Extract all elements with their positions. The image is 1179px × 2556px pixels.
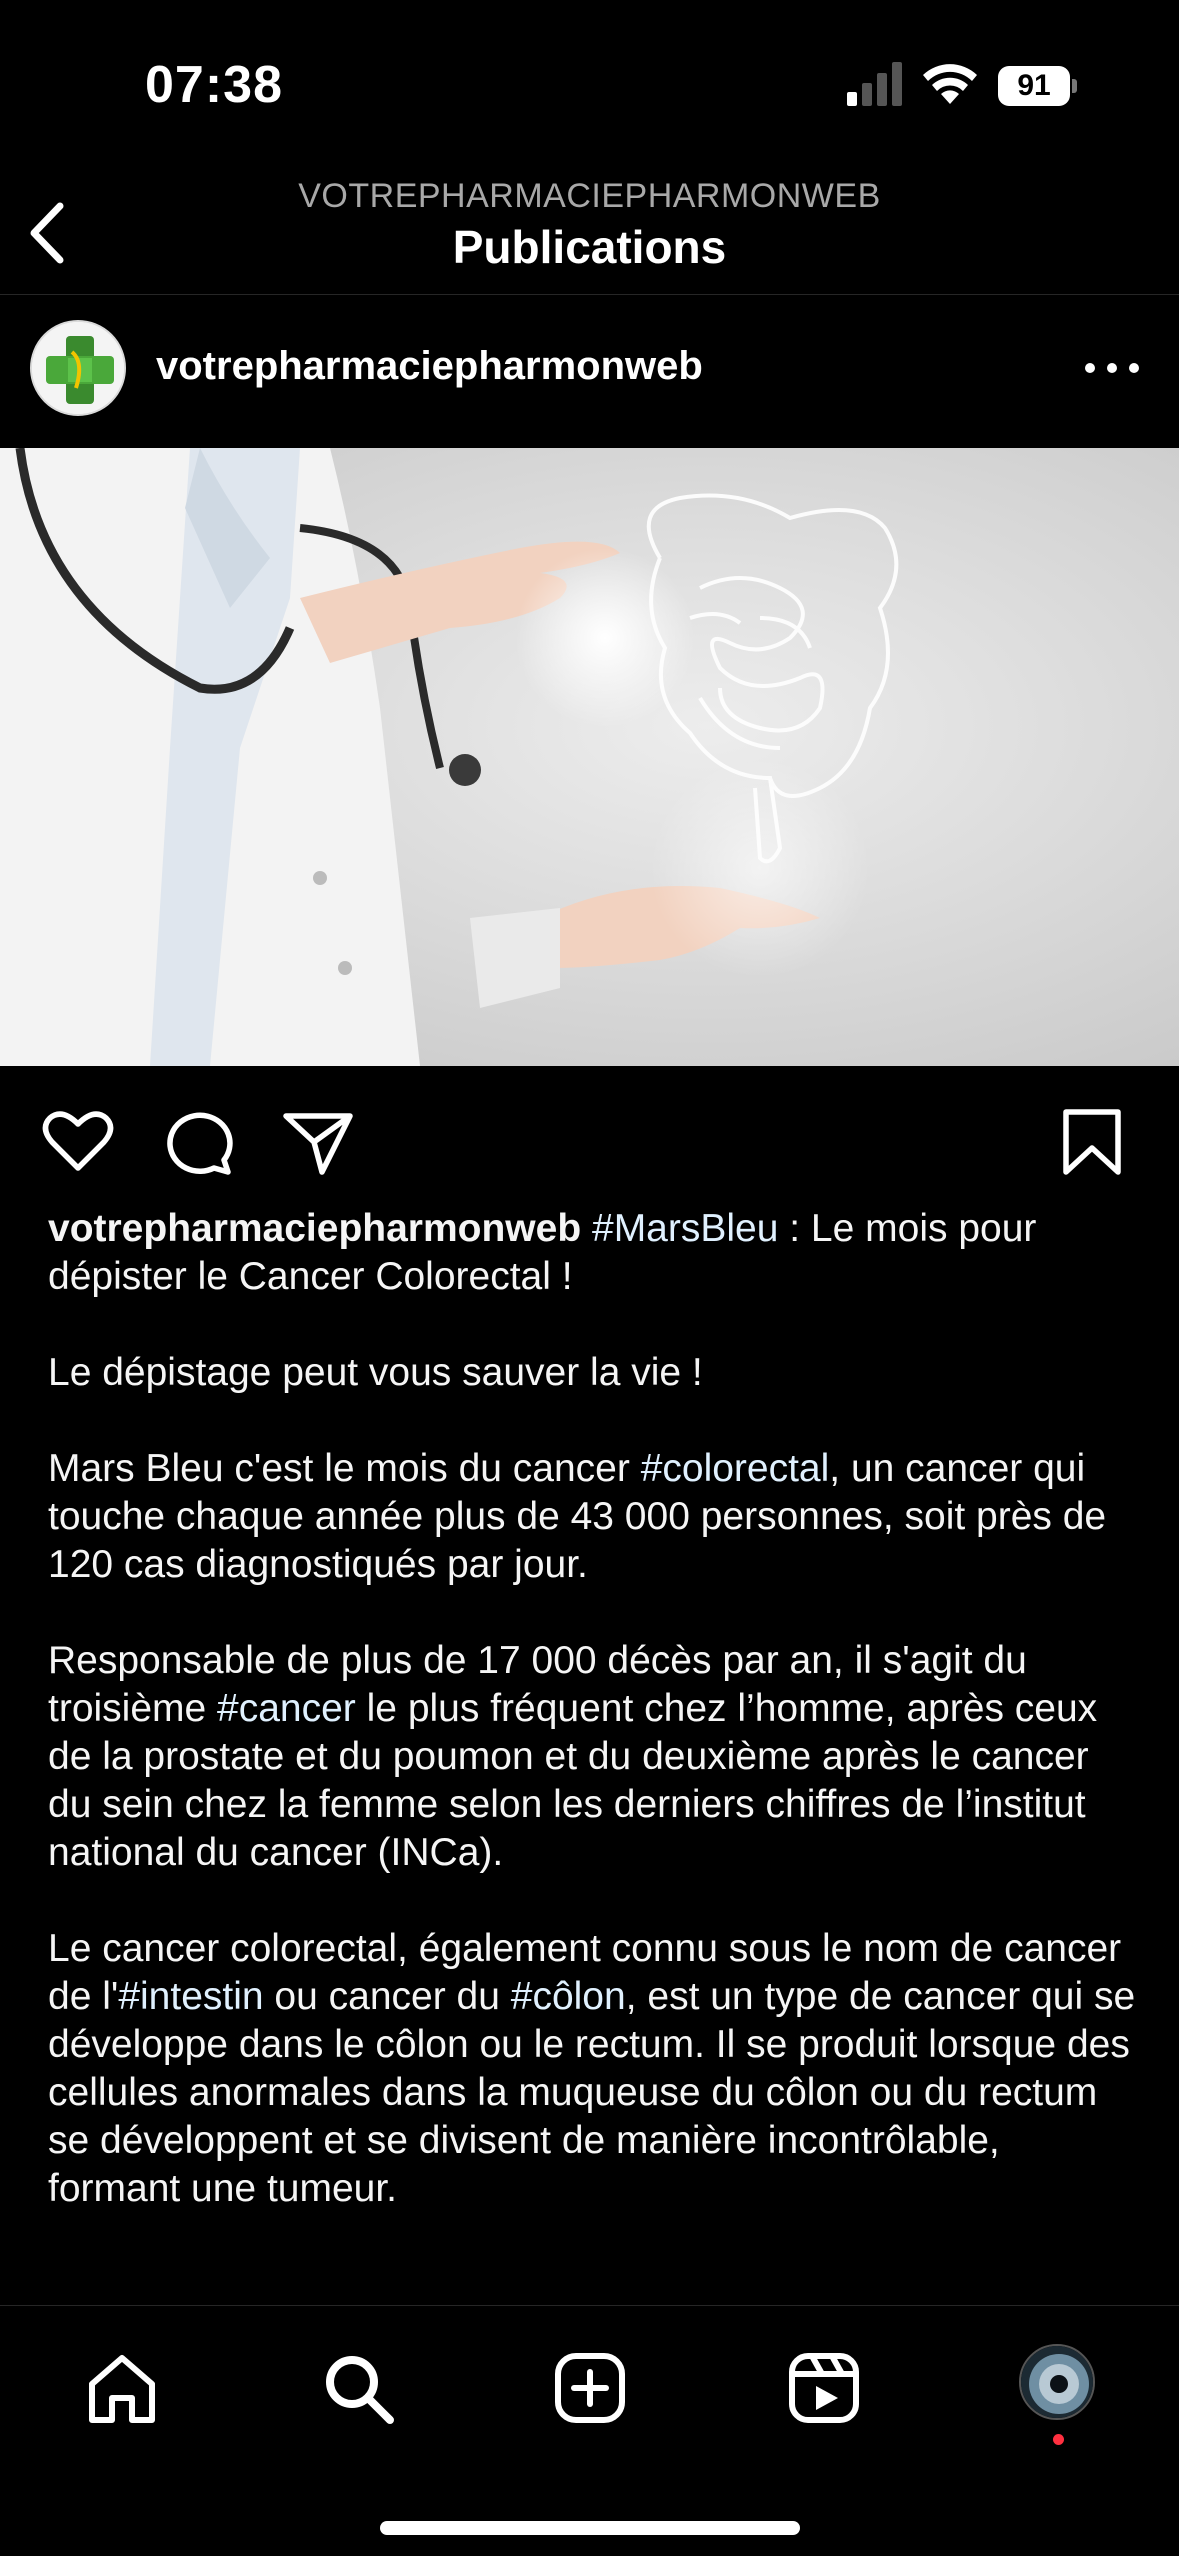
- profile-icon: [1021, 2346, 1093, 2418]
- account-name: VOTREPHARMACIEPHARMONWEB: [298, 177, 881, 215]
- profile-avatar-tab[interactable]: [1019, 2344, 1095, 2420]
- comment-icon[interactable]: [158, 1102, 238, 1182]
- status-bar: 07:38 91: [0, 0, 1179, 150]
- post-image[interactable]: [0, 448, 1179, 1066]
- hashtag-link[interactable]: #côlon: [511, 1975, 626, 2018]
- heart-icon[interactable]: [38, 1102, 118, 1182]
- battery-indicator: 91: [998, 66, 1077, 106]
- status-time: 07:38: [145, 56, 283, 114]
- send-icon[interactable]: [278, 1102, 358, 1182]
- hashtag-link[interactable]: #intestin: [118, 1975, 263, 2018]
- bottom-tab-bar: [0, 2305, 1179, 2556]
- post-caption: votrepharmaciepharmonweb #MarsBleu : Le …: [48, 1205, 1138, 2261]
- caption-paragraph-4: Responsable de plus de 17 000 décès par …: [48, 1639, 1098, 1874]
- caption-paragraph-5: Le cancer colorectal, également connu so…: [48, 1927, 1136, 2210]
- page-title: Publications: [452, 221, 727, 273]
- cellular-signal-icon: [847, 62, 902, 106]
- post-header: votrepharmaciepharmonweb: [0, 296, 1179, 448]
- page-header: VOTREPHARMACIEPHARMONWEB Publications: [0, 150, 1179, 295]
- pharmacy-cross-logo-icon: [32, 322, 124, 414]
- avatar[interactable]: [30, 320, 126, 416]
- post-username[interactable]: votrepharmaciepharmonweb: [156, 344, 703, 389]
- bookmark-icon[interactable]: [1052, 1102, 1132, 1182]
- hashtag-link[interactable]: #colorectal: [641, 1447, 830, 1490]
- doctor-intestine-illustration: [0, 448, 1179, 1066]
- caption-paragraph-1: votrepharmaciepharmonweb #MarsBleu : Le …: [48, 1207, 1037, 1298]
- create-icon[interactable]: [550, 2348, 630, 2428]
- battery-level: 91: [1017, 69, 1051, 102]
- notification-dot: [1053, 2434, 1064, 2445]
- caption-paragraph-3: Mars Bleu c'est le mois du cancer #color…: [48, 1447, 1107, 1586]
- caption-username[interactable]: votrepharmaciepharmonweb: [48, 1207, 581, 1250]
- post-actions: [0, 1066, 1179, 1206]
- caption-paragraph-2: Le dépistage peut vous sauver la vie !: [48, 1351, 703, 1394]
- home-indicator: [380, 2521, 800, 2535]
- home-icon[interactable]: [82, 2348, 162, 2428]
- search-icon[interactable]: [318, 2348, 398, 2428]
- wifi-icon: [923, 64, 977, 104]
- more-options-icon[interactable]: [1080, 348, 1144, 388]
- hashtag-link[interactable]: #cancer: [217, 1687, 356, 1730]
- reels-icon[interactable]: [784, 2348, 864, 2428]
- hashtag-link[interactable]: #MarsBleu: [592, 1207, 778, 1250]
